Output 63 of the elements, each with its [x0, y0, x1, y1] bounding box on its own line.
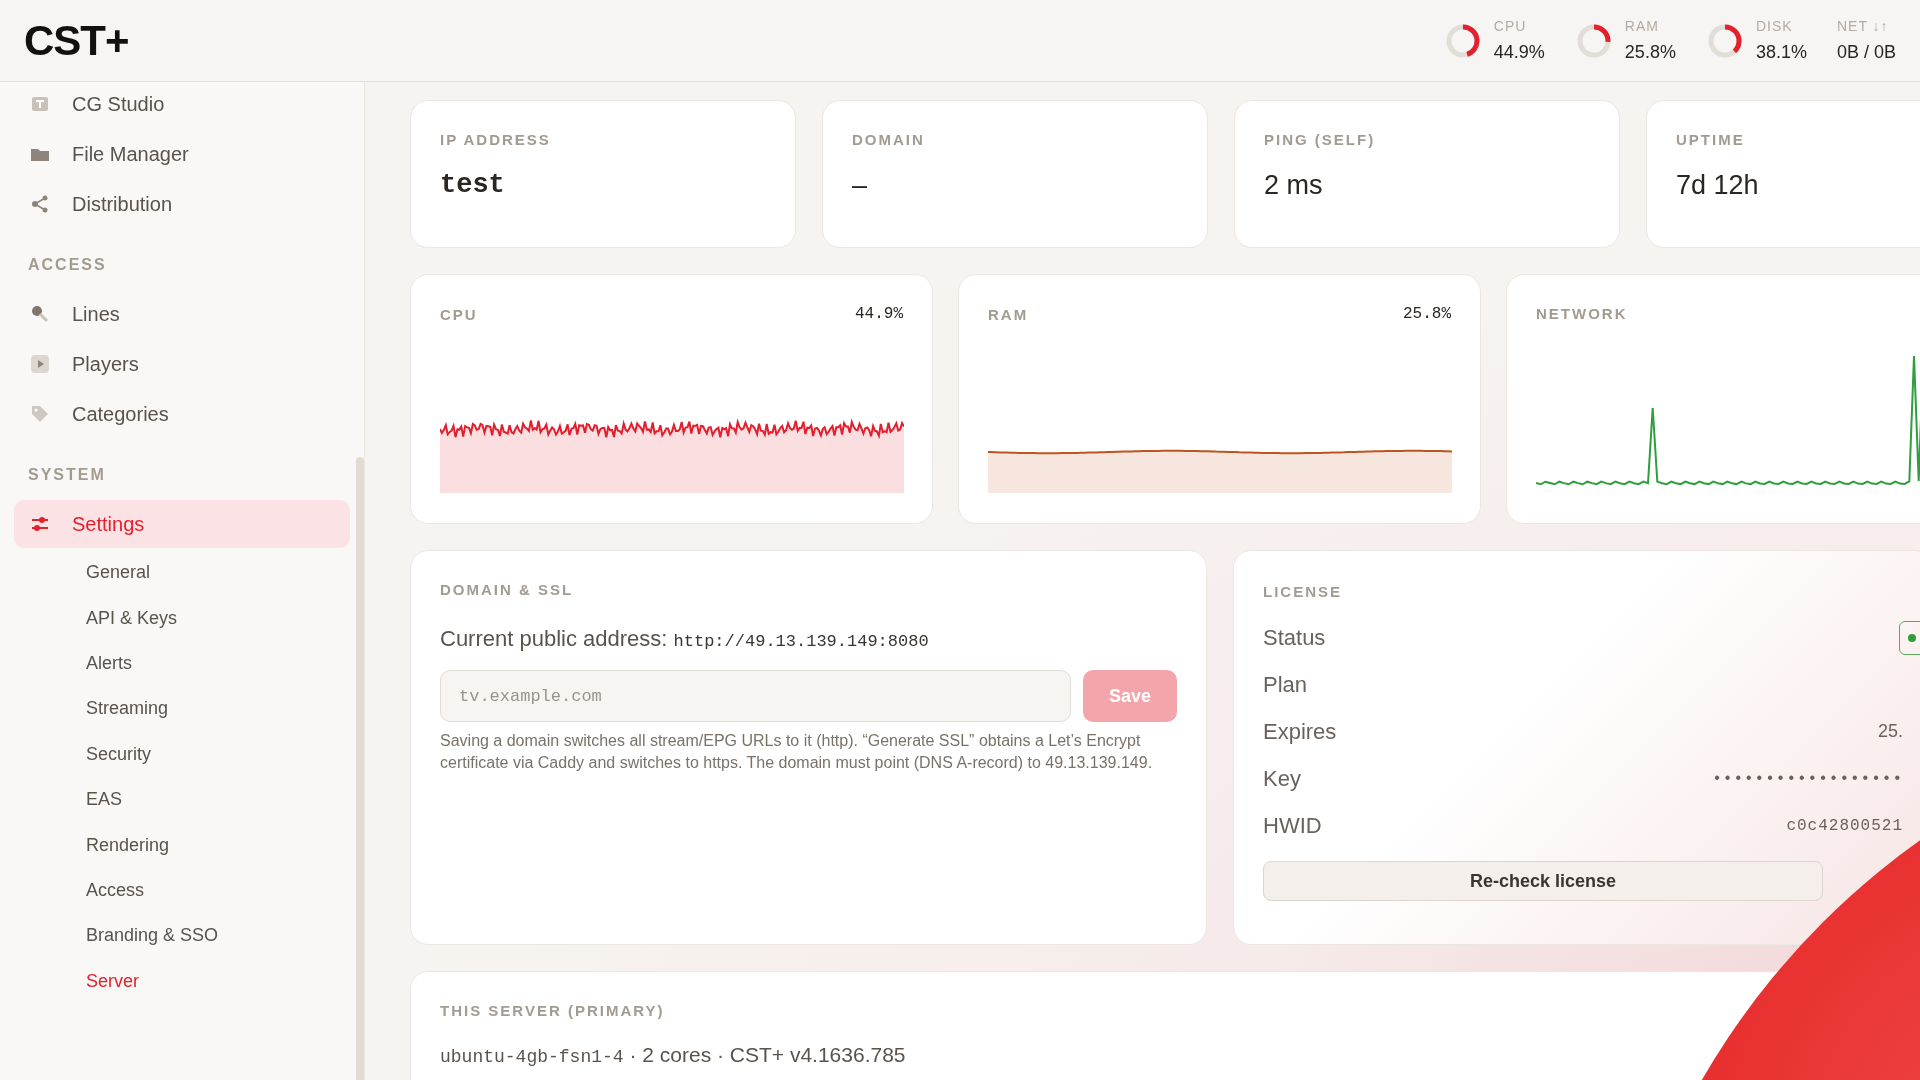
stat-label: IP ADDRESS: [440, 131, 552, 148]
subnav-item[interactable]: Security: [86, 743, 152, 765]
nav-item[interactable]: Settings: [14, 500, 350, 548]
share-icon: [30, 194, 50, 214]
stat-value: 7d 12h: [1676, 170, 1760, 201]
meter-value: 44.9%: [1493, 42, 1545, 63]
license-value: c0c42800521: [1786, 816, 1903, 835]
nav-item[interactable]: Lines: [14, 290, 350, 338]
chart-title: CPU: [440, 305, 478, 323]
card-title: THIS SERVER (PRIMARY): [440, 1002, 666, 1019]
address-text: Current public address: http://49.13.139.149:8080: [440, 626, 930, 652]
license-label: Plan: [1263, 671, 1308, 698]
license-label: Expires: [1263, 718, 1337, 745]
subnav-item[interactable]: Server: [86, 970, 139, 992]
nav-item[interactable]: File Manager: [14, 130, 350, 178]
card-title: DOMAIN & SSL: [440, 581, 575, 598]
meter-value: 38.1%: [1755, 42, 1807, 63]
stat-value: 2 ms: [1264, 170, 1324, 201]
subnav-item[interactable]: Rendering: [86, 834, 170, 856]
meter-value: 25.8%: [1624, 42, 1676, 63]
nav-item[interactable]: CG Studio: [14, 82, 350, 128]
chart-reading: 44.9%: [855, 305, 903, 323]
stat-value: test: [440, 170, 506, 200]
meter-label: NET ↓↑: [1836, 18, 1890, 34]
nav-item[interactable]: Distribution: [14, 180, 350, 228]
chart-reading: 25.8%: [1403, 305, 1451, 323]
subnav-item[interactable]: Access: [86, 879, 145, 901]
chart-title: NETWORK: [1536, 305, 1628, 322]
section-heading: SYSTEM: [28, 466, 107, 484]
subnav-item[interactable]: Branding & SSO: [86, 925, 219, 947]
card-title: LICENSE: [1263, 583, 1343, 600]
nav-item[interactable]: Players: [14, 340, 350, 388]
subnav-item[interactable]: General: [86, 562, 151, 584]
tag-icon: [30, 404, 50, 424]
subnav-item[interactable]: EAS: [86, 789, 123, 811]
meter-label: DISK: [1755, 18, 1794, 34]
scrollbar[interactable]: [356, 457, 364, 1080]
license-label: HWID: [1263, 812, 1322, 839]
stat-label: DOMAIN: [852, 131, 926, 148]
recheck-button[interactable]: Re-check license: [1263, 861, 1823, 901]
subnav-item[interactable]: Alerts: [86, 652, 132, 674]
hostname-text: ubuntu-4gb-fsn1-4: [440, 1047, 624, 1067]
subnav-item[interactable]: API & Keys: [86, 607, 178, 629]
app-logo: CST+: [24, 16, 129, 65]
meter-label: CPU: [1493, 18, 1528, 34]
stat-value: –: [852, 170, 869, 201]
help-text: Saving a domain switches all stream/EPG URLs to it (http). “Generate SSL” obtains a Let’s Encrypt certificate via Caddy and switches to https. The domain must point (DNS A-record) to 49.13.139.149.: [440, 731, 1154, 774]
server-details: · 2 cores · CST+ v4.1636.785: [628, 1043, 906, 1066]
license-value: 25.: [1877, 721, 1903, 742]
license-label: Status: [1263, 624, 1326, 651]
license-label: Key: [1263, 765, 1301, 792]
section-heading: ACCESS: [28, 256, 108, 274]
sliders-icon: [30, 514, 50, 534]
play-icon: [30, 354, 50, 374]
nav-item[interactable]: Categories: [14, 390, 350, 438]
license-value: ••••••••••••••••••: [1712, 769, 1903, 788]
meter-label: RAM: [1624, 18, 1660, 34]
stat-label: PING (SELF): [1264, 131, 1377, 148]
chart-title: RAM: [988, 305, 1029, 323]
domain-field[interactable]: tv.example.com: [440, 670, 1072, 722]
meter-value: 0B / 0B: [1836, 42, 1896, 63]
subnav-item[interactable]: Streaming: [86, 698, 169, 720]
stat-label: UPTIME: [1676, 131, 1746, 148]
